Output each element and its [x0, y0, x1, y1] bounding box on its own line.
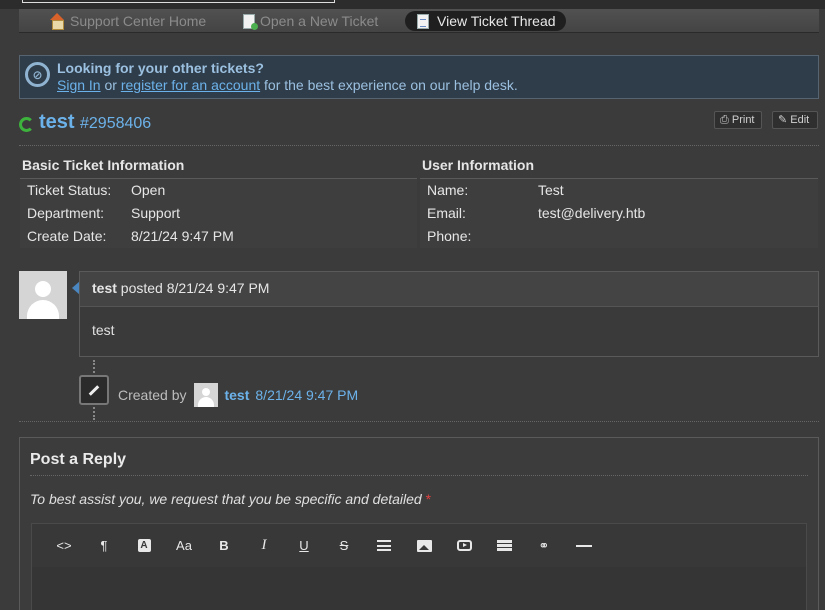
post-reply-section: Post a Reply To best assist you, we requ… [19, 437, 819, 610]
thread-event: Created by test 8/21/24 9:47 PM [118, 383, 358, 407]
notice-or: or [104, 77, 117, 93]
department-label: Department: [27, 205, 105, 221]
home-icon [49, 13, 65, 30]
horizontal-rule-button[interactable] [564, 531, 604, 561]
edit-button[interactable]: ✎ Edit [772, 111, 818, 129]
reply-title: Post a Reply [30, 451, 127, 468]
list-icon [377, 540, 391, 551]
info-row-name: Name: Test [420, 179, 818, 202]
user-info: User Information Name: Test Email: test@… [420, 157, 818, 248]
sign-in-link[interactable]: Sign In [57, 77, 101, 93]
nav-view-thread-label: View Ticket Thread [437, 13, 556, 29]
thread-body: test [92, 322, 115, 338]
link-button[interactable]: ⚭ [524, 531, 564, 561]
magic-wand-icon [79, 375, 109, 405]
event-author: test [224, 387, 250, 403]
event-time: 8/21/24 9:47 PM [255, 387, 359, 403]
nav-new-ticket-label: Open a New Ticket [260, 13, 379, 29]
info-row-phone: Phone: [420, 225, 818, 248]
user-info-heading: User Information [420, 157, 818, 179]
avatar [19, 271, 67, 319]
underline-button[interactable]: U [284, 531, 324, 561]
basic-ticket-info: Basic Ticket Information Ticket Status: … [20, 157, 417, 248]
refresh-icon[interactable] [19, 117, 34, 132]
nav-open-new-ticket[interactable]: Open a New Ticket [241, 11, 378, 31]
video-button[interactable] [444, 531, 484, 561]
ticket-subject[interactable]: test [39, 111, 75, 134]
reply-hint-text: To best assist you, we request that you … [30, 491, 422, 507]
font-color-icon: A [137, 539, 151, 552]
name-label: Name: [427, 182, 469, 198]
table-icon [496, 539, 512, 552]
print-label: Print [731, 114, 755, 126]
event-avatar [194, 383, 219, 407]
status-value: Open [131, 182, 166, 198]
paragraph-button[interactable]: ¶ [84, 531, 124, 561]
nav-support-center-home[interactable]: Support Center Home [49, 11, 206, 31]
logo-edge [22, 0, 335, 3]
print-icon: ⎙ [720, 114, 729, 126]
thread-author: test [92, 280, 117, 296]
image-button[interactable] [404, 531, 444, 561]
email-value: test@delivery.htb [538, 205, 646, 221]
info-row-email: Email: test@delivery.htb [420, 202, 818, 225]
reply-hint: To best assist you, we request that you … [30, 491, 431, 507]
top-strip [0, 0, 825, 9]
divider [19, 145, 819, 146]
thread-time: 8/21/24 9:47 PM [166, 280, 270, 296]
edit-label: Edit [790, 114, 810, 126]
font-size-button[interactable]: Aa [164, 531, 204, 561]
editor-toolbar: <> ¶ A Aa B I U S ⚭ [32, 524, 806, 567]
notice-line: Sign In or register for an account for t… [57, 77, 518, 93]
nav-bar: Support Center Home Open a New Ticket Vi… [19, 9, 819, 33]
divider [19, 421, 819, 422]
notice-title: Looking for your other tickets? [57, 60, 264, 76]
nav-home-label: Support Center Home [70, 13, 207, 29]
thread-posted: posted [120, 280, 163, 296]
print-button[interactable]: ⎙ Print [714, 111, 762, 129]
video-icon [456, 540, 472, 551]
nav-view-ticket-thread[interactable]: View Ticket Thread [405, 11, 566, 31]
font-color-button[interactable]: A [124, 531, 164, 561]
required-mark: * [425, 491, 432, 507]
link-icon: ⚭ [538, 537, 550, 553]
avatar-body [27, 300, 59, 319]
ticket-number[interactable]: #2958406 [80, 115, 151, 133]
department-value: Support [131, 205, 181, 221]
event-created-by: Created by [118, 387, 187, 403]
bold-button[interactable]: B [204, 531, 244, 561]
thread-entry-header: test posted 8/21/24 9:47 PM [80, 272, 818, 307]
reply-divider [30, 475, 808, 476]
login-notice: ⊘ Looking for your other tickets? Sign I… [19, 55, 819, 99]
horizontal-rule-icon [576, 544, 592, 547]
new-ticket-icon [243, 13, 258, 30]
italic-button[interactable]: I [244, 531, 284, 561]
image-icon [416, 539, 432, 552]
create-date-value: 8/21/24 9:47 PM [131, 228, 234, 244]
status-label: Ticket Status: [27, 182, 112, 198]
avatar-head [35, 281, 51, 297]
email-label: Email: [427, 205, 466, 221]
notice-suffix: for the best experience on our help desk… [264, 77, 518, 93]
ticket-header: test #2958406 ⎙ Print ✎ Edit [19, 108, 819, 140]
info-row-create-date: Create Date: 8/21/24 9:47 PM [20, 225, 417, 248]
phone-label: Phone: [427, 228, 472, 244]
list-button[interactable] [364, 531, 404, 561]
thread-entry: test posted 8/21/24 9:47 PM test [79, 271, 819, 357]
basic-info-heading: Basic Ticket Information [20, 157, 417, 179]
name-value: Test [538, 182, 564, 198]
table-button[interactable] [484, 531, 524, 561]
document-icon [417, 13, 429, 29]
code-view-button[interactable]: <> [44, 531, 84, 561]
info-row-department: Department: Support [20, 202, 417, 225]
strikethrough-button[interactable]: S [324, 531, 364, 561]
edit-icon: ✎ [778, 114, 788, 126]
reply-editor[interactable]: <> ¶ A Aa B I U S ⚭ [31, 523, 807, 610]
register-link[interactable]: register for an account [121, 77, 260, 93]
compass-icon: ⊘ [25, 62, 50, 87]
info-row-status: Ticket Status: Open [20, 179, 417, 202]
create-date-label: Create Date: [27, 228, 107, 244]
